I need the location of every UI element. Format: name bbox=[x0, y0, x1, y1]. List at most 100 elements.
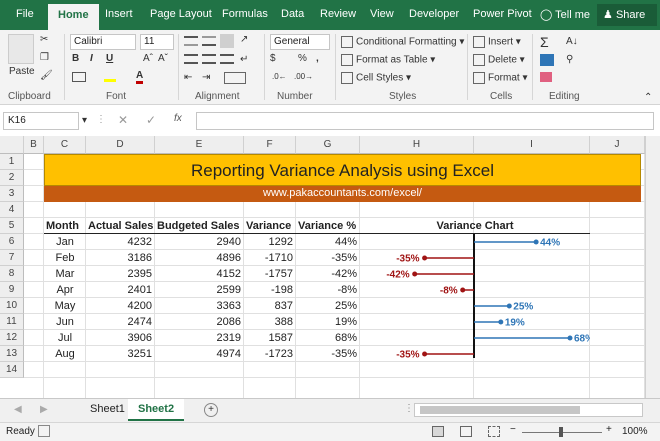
comma-icon[interactable]: , bbox=[316, 53, 319, 64]
macro-record-icon[interactable] bbox=[38, 425, 50, 437]
vertical-scrollbar[interactable] bbox=[645, 136, 660, 398]
tab-power-pivot[interactable]: Power Pivot bbox=[473, 8, 532, 20]
insert-function-icon[interactable]: fx bbox=[174, 113, 182, 124]
bold-button[interactable]: B bbox=[72, 53, 79, 64]
bottom-align-icon[interactable] bbox=[220, 34, 234, 48]
tell-me[interactable]: ◯ Tell me bbox=[540, 8, 590, 21]
cell-month[interactable]: Apr bbox=[44, 282, 86, 298]
cell-variance-pct[interactable]: 19% bbox=[296, 314, 360, 330]
cell-variance-pct[interactable]: 44% bbox=[296, 234, 360, 250]
cell-budgeted-sales[interactable]: 2086 bbox=[155, 314, 244, 330]
row-header-10[interactable]: 10 bbox=[0, 298, 24, 314]
cell-actual-sales[interactable]: 2474 bbox=[86, 314, 155, 330]
row-header-3[interactable]: 3 bbox=[0, 186, 24, 202]
tab-view[interactable]: View bbox=[370, 8, 394, 20]
column-header-d[interactable]: D bbox=[86, 136, 155, 154]
cell-budgeted-sales[interactable]: 2319 bbox=[155, 330, 244, 346]
tab-developer[interactable]: Developer bbox=[409, 8, 459, 20]
chart-title[interactable]: Variance Chart bbox=[360, 218, 590, 234]
autosum-icon[interactable]: Σ bbox=[540, 34, 549, 50]
tab-file[interactable]: File bbox=[16, 8, 34, 20]
column-header-f[interactable]: F bbox=[244, 136, 296, 154]
grow-font-icon[interactable]: Aˆ bbox=[143, 53, 153, 64]
zoom-slider-thumb[interactable] bbox=[559, 427, 563, 437]
decrease-indent-icon[interactable]: ⇤ bbox=[184, 72, 192, 83]
align-left-icon[interactable] bbox=[184, 54, 198, 64]
cell-variance[interactable]: -1757 bbox=[244, 266, 296, 282]
currency-icon[interactable]: $ bbox=[270, 53, 276, 64]
tab-page-layout[interactable]: Page Layout bbox=[150, 8, 212, 20]
row-header-11[interactable]: 11 bbox=[0, 314, 24, 330]
row-header-5[interactable]: 5 bbox=[0, 218, 24, 234]
tab-data[interactable]: Data bbox=[281, 8, 304, 20]
wrap-text-icon[interactable]: ↵ bbox=[240, 54, 248, 65]
cell-variance[interactable]: -198 bbox=[244, 282, 296, 298]
row-header-7[interactable]: 7 bbox=[0, 250, 24, 266]
column-header-c[interactable]: C bbox=[44, 136, 86, 154]
cell-variance-pct[interactable]: 68% bbox=[296, 330, 360, 346]
cell-variance[interactable]: 388 bbox=[244, 314, 296, 330]
variance-point-jul[interactable] bbox=[567, 335, 573, 341]
conditional-formatting-button[interactable]: Conditional Formatting ▾ bbox=[341, 36, 464, 48]
cell-month[interactable]: Jun bbox=[44, 314, 86, 330]
tab-formulas[interactable]: Formulas bbox=[222, 8, 268, 20]
worksheet-grid[interactable]: BCDEFGHIJ 1 2 3 4 5 6 7 8 9 10 11 12 13 14 Reporting … bbox=[0, 136, 645, 398]
cell-actual-sales[interactable]: 3906 bbox=[86, 330, 155, 346]
variance-chart[interactable]: 44% -35% -42% -8% 25% 19% 68% -35% bbox=[360, 234, 590, 364]
column-header-e[interactable]: E bbox=[155, 136, 244, 154]
cell-month[interactable]: Aug bbox=[44, 346, 86, 362]
row-header-13[interactable]: 13 bbox=[0, 346, 24, 362]
cell-actual-sales[interactable]: 4232 bbox=[86, 234, 155, 250]
variance-point-jan[interactable] bbox=[533, 239, 539, 245]
cell-variance[interactable]: 1587 bbox=[244, 330, 296, 346]
tab-split-icon[interactable]: ⋮ bbox=[404, 403, 414, 414]
format-as-table-button[interactable]: Format as Table ▾ bbox=[341, 54, 435, 66]
cell-variance[interactable]: 837 bbox=[244, 298, 296, 314]
select-all-corner[interactable] bbox=[0, 136, 24, 154]
collapse-ribbon-icon[interactable]: ⌃ bbox=[644, 92, 652, 103]
fill-icon[interactable] bbox=[540, 54, 554, 66]
fill-color-icon[interactable] bbox=[104, 72, 116, 82]
percent-icon[interactable]: % bbox=[298, 53, 307, 64]
align-center-icon[interactable] bbox=[202, 54, 216, 64]
cell-styles-button[interactable]: Cell Styles ▾ bbox=[341, 72, 411, 84]
share-button[interactable]: ♟ Share bbox=[597, 4, 657, 26]
cell-budgeted-sales[interactable]: 4974 bbox=[155, 346, 244, 362]
row-header-4[interactable]: 4 bbox=[0, 202, 24, 218]
font-size-select[interactable]: 11 bbox=[140, 34, 174, 50]
variance-point-jun[interactable] bbox=[498, 319, 504, 325]
formula-input[interactable] bbox=[196, 112, 654, 130]
enter-icon[interactable]: ✓ bbox=[146, 113, 156, 127]
variance-point-apr[interactable] bbox=[460, 287, 466, 293]
cell-budgeted-sales[interactable]: 4152 bbox=[155, 266, 244, 282]
cancel-icon[interactable]: ✕ bbox=[118, 113, 128, 127]
cell-variance[interactable]: 1292 bbox=[244, 234, 296, 250]
header-month[interactable]: Month bbox=[44, 218, 86, 234]
cell-actual-sales[interactable]: 2395 bbox=[86, 266, 155, 282]
header-variance-pct[interactable]: Variance % bbox=[296, 218, 360, 234]
header-budgeted-sales[interactable]: Budgeted Sales bbox=[155, 218, 244, 234]
delete-cells-button[interactable]: Delete ▾ bbox=[473, 54, 525, 66]
paste-button[interactable]: Paste bbox=[9, 66, 35, 77]
shrink-font-icon[interactable]: Aˇ bbox=[158, 53, 168, 64]
tab-review[interactable]: Review bbox=[320, 8, 356, 20]
column-header-i[interactable]: I bbox=[474, 136, 590, 154]
page-break-view-icon[interactable] bbox=[488, 426, 500, 437]
row-header-6[interactable]: 6 bbox=[0, 234, 24, 250]
decrease-decimal-icon[interactable]: .00→ bbox=[294, 72, 313, 81]
row-header-9[interactable]: 9 bbox=[0, 282, 24, 298]
cell-budgeted-sales[interactable]: 2599 bbox=[155, 282, 244, 298]
merge-center-icon[interactable] bbox=[224, 72, 246, 84]
variance-point-may[interactable] bbox=[506, 303, 512, 309]
sheet-tab-sheet2[interactable]: Sheet2 bbox=[128, 399, 185, 421]
row-header-1[interactable]: 1 bbox=[0, 154, 24, 170]
cell-actual-sales[interactable]: 2401 bbox=[86, 282, 155, 298]
url-band[interactable]: www.pakaccountants.com/excel/ bbox=[44, 186, 641, 202]
variance-point-feb[interactable] bbox=[422, 255, 428, 261]
column-header-j[interactable]: J bbox=[590, 136, 645, 154]
row-header-14[interactable]: 14 bbox=[0, 362, 24, 378]
format-painter-icon[interactable]: 🖌 bbox=[40, 70, 53, 81]
orientation-icon[interactable]: ↗ bbox=[240, 34, 248, 45]
insert-cells-button[interactable]: Insert ▾ bbox=[473, 36, 521, 48]
variance-point-mar[interactable] bbox=[412, 271, 418, 277]
